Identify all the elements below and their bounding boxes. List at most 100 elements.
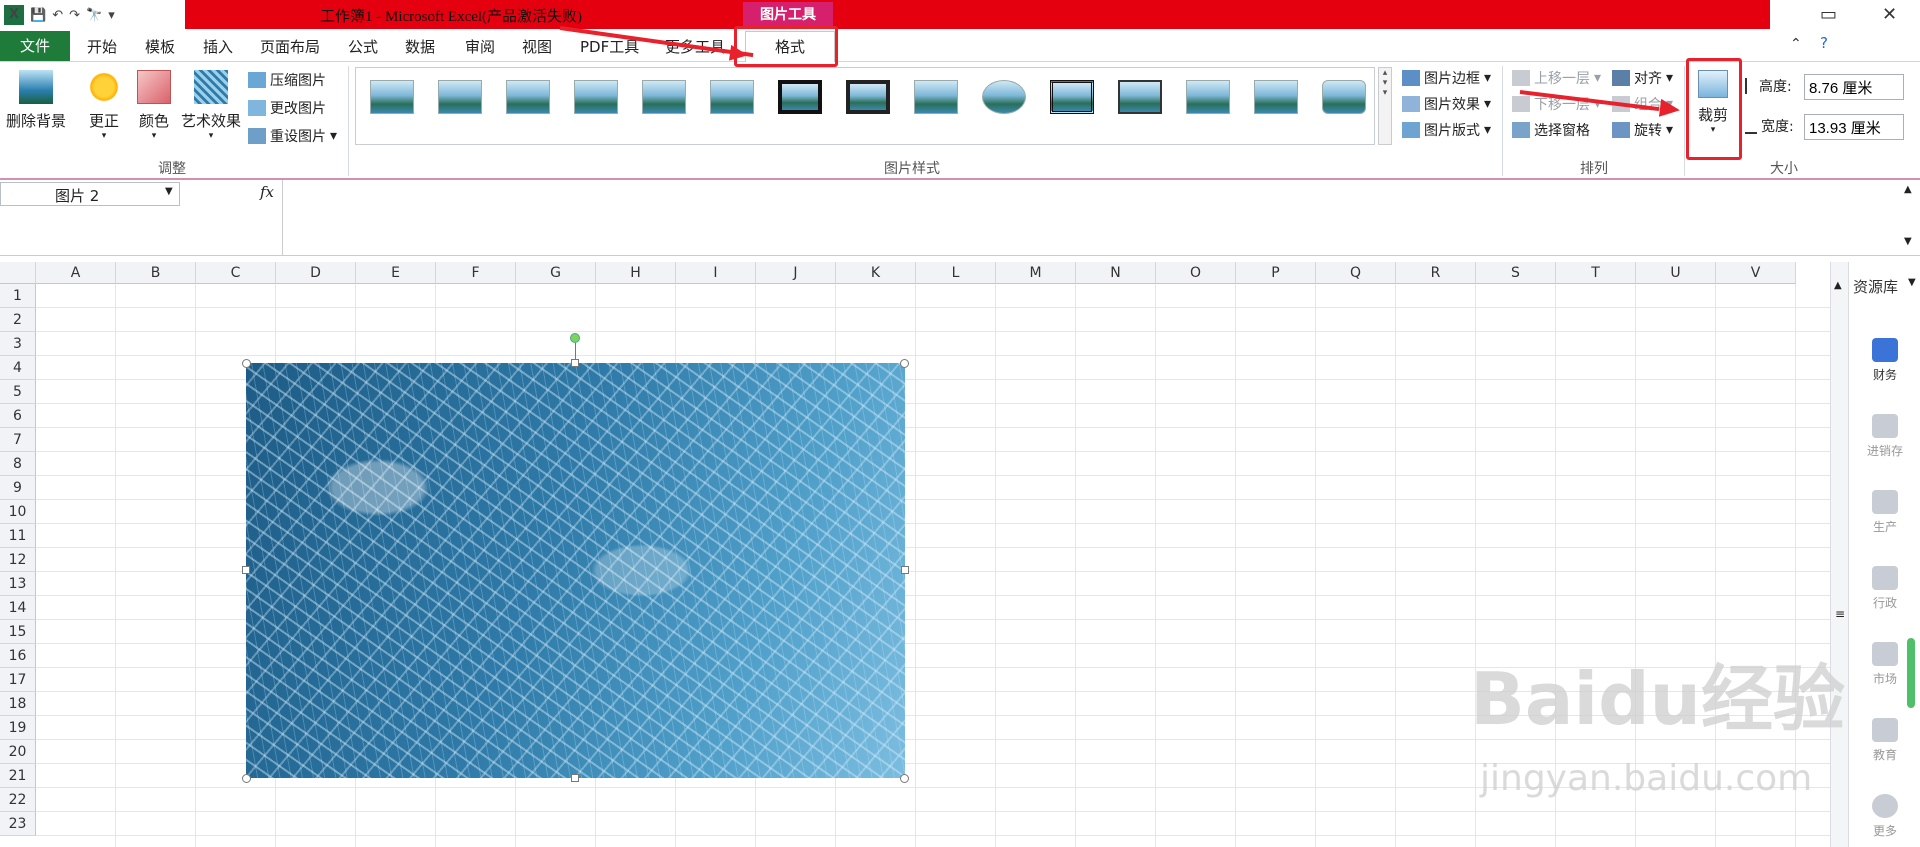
resize-handle[interactable] [900,359,909,368]
change-picture-button[interactable]: 更改图片 [248,98,326,118]
resize-handle[interactable] [242,359,251,368]
column-header[interactable]: U [1636,262,1716,284]
scrollbar-grip-icon[interactable]: ≡ [1835,607,1845,621]
column-header[interactable]: O [1156,262,1236,284]
row-header[interactable]: 4 [0,356,36,380]
picture-style-thumbnail[interactable] [574,80,618,114]
side-item-production[interactable]: 生产 [1849,490,1920,535]
panel-scroll-thumb[interactable] [1907,638,1915,708]
column-header[interactable]: D [276,262,356,284]
name-box-dropdown-icon[interactable]: ▼ [165,186,173,197]
close-button[interactable]: ✕ [1882,4,1897,25]
resize-handle[interactable] [571,359,579,367]
resize-handle[interactable] [242,774,251,783]
formula-input[interactable] [282,180,1900,256]
row-header[interactable]: 2 [0,308,36,332]
rotation-handle[interactable] [570,333,580,343]
column-header[interactable]: C [196,262,276,284]
scroll-up-icon[interactable]: ▲ [1834,280,1842,291]
tab-insert[interactable]: 插入 [203,36,233,57]
column-header[interactable]: J [756,262,836,284]
tab-home[interactable]: 开始 [87,36,117,57]
picture-style-thumbnail[interactable] [1118,80,1162,114]
compress-pictures-button[interactable]: 压缩图片 [248,70,326,90]
column-header[interactable]: H [596,262,676,284]
side-item-inventory[interactable]: 进销存 [1849,414,1920,459]
picture-style-thumbnail[interactable] [370,80,414,114]
row-header[interactable]: 8 [0,452,36,476]
column-header[interactable]: N [1076,262,1156,284]
restore-button[interactable]: ▭ [1820,4,1837,25]
resize-handle[interactable] [242,566,250,574]
column-header[interactable]: L [916,262,996,284]
picture-style-thumbnail[interactable] [438,80,482,114]
selected-picture[interactable] [246,363,905,778]
row-header[interactable]: 18 [0,692,36,716]
picture-styles-gallery[interactable] [355,67,1375,145]
row-header[interactable]: 6 [0,404,36,428]
customize-qat-icon[interactable]: ▾ [108,8,115,23]
tab-review[interactable]: 审阅 [465,36,495,57]
picture-border-button[interactable]: 图片边框 ▾ [1402,68,1491,88]
align-button[interactable]: 对齐 ▾ [1612,68,1673,88]
row-header[interactable]: 7 [0,428,36,452]
formula-scroll-up-icon[interactable]: ▲ [1904,184,1912,195]
row-header[interactable]: 11 [0,524,36,548]
bring-forward-button[interactable]: 上移一层 ▾ [1512,68,1601,88]
side-item-admin[interactable]: 行政 [1849,566,1920,611]
rotate-button[interactable]: 旋转 ▾ [1612,120,1673,140]
row-header[interactable]: 17 [0,668,36,692]
row-header[interactable]: 14 [0,596,36,620]
column-header[interactable]: E [356,262,436,284]
select-all-corner[interactable] [0,262,36,284]
picture-style-thumbnail[interactable] [1186,80,1230,114]
remove-background-button[interactable]: 删除背景 [4,70,68,131]
tab-data[interactable]: 数据 [405,36,435,57]
help-icon[interactable]: ? [1820,34,1828,52]
picture-layout-button[interactable]: 图片版式 ▾ [1402,120,1491,140]
name-box[interactable]: 图片 2 [0,182,180,206]
row-header[interactable]: 3 [0,332,36,356]
picture-effects-button[interactable]: 图片效果 ▾ [1402,94,1491,114]
tab-view[interactable]: 视图 [522,36,552,57]
row-header[interactable]: 10 [0,500,36,524]
column-header[interactable]: P [1236,262,1316,284]
column-header[interactable]: F [436,262,516,284]
resize-handle[interactable] [900,774,909,783]
row-header[interactable]: 20 [0,740,36,764]
picture-style-thumbnail[interactable] [1322,80,1366,114]
column-header[interactable]: A [36,262,116,284]
width-input[interactable] [1804,114,1904,140]
resource-panel-dropdown-icon[interactable]: ▼ [1908,277,1916,288]
picture-style-thumbnail[interactable] [710,80,754,114]
formula-scroll-down-icon[interactable]: ▼ [1904,236,1912,247]
column-header[interactable]: G [516,262,596,284]
find-icon[interactable]: 🔭 [86,8,102,23]
column-header[interactable]: Q [1316,262,1396,284]
side-item-education[interactable]: 教育 [1849,718,1920,763]
color-button[interactable]: 颜色 ▾ [134,70,174,141]
column-header[interactable]: T [1556,262,1636,284]
picture-style-thumbnail[interactable] [778,80,822,114]
tab-formulas[interactable]: 公式 [348,36,378,57]
column-header[interactable]: K [836,262,916,284]
height-input[interactable] [1804,74,1904,100]
column-header[interactable]: I [676,262,756,284]
resize-handle[interactable] [571,774,579,782]
row-header[interactable]: 1 [0,284,36,308]
vertical-scrollbar[interactable]: ▲ ≡ [1830,262,1848,847]
column-header[interactable]: S [1476,262,1556,284]
column-header[interactable]: B [116,262,196,284]
row-header[interactable]: 13 [0,572,36,596]
undo-icon[interactable]: ↶ [52,8,63,23]
picture-style-thumbnail[interactable] [1050,80,1094,114]
reset-picture-button[interactable]: 重设图片 ▾ [248,126,337,146]
picture-style-thumbnail[interactable] [1254,80,1298,114]
insert-function-icon[interactable]: fx [260,183,274,201]
row-header[interactable]: 19 [0,716,36,740]
row-header[interactable]: 16 [0,644,36,668]
row-header[interactable]: 22 [0,788,36,812]
picture-style-thumbnail[interactable] [846,80,890,114]
artistic-effects-button[interactable]: 艺术效果 ▾ [178,70,244,141]
gallery-scroll[interactable]: ▴ ▾ ▾ [1378,67,1392,145]
